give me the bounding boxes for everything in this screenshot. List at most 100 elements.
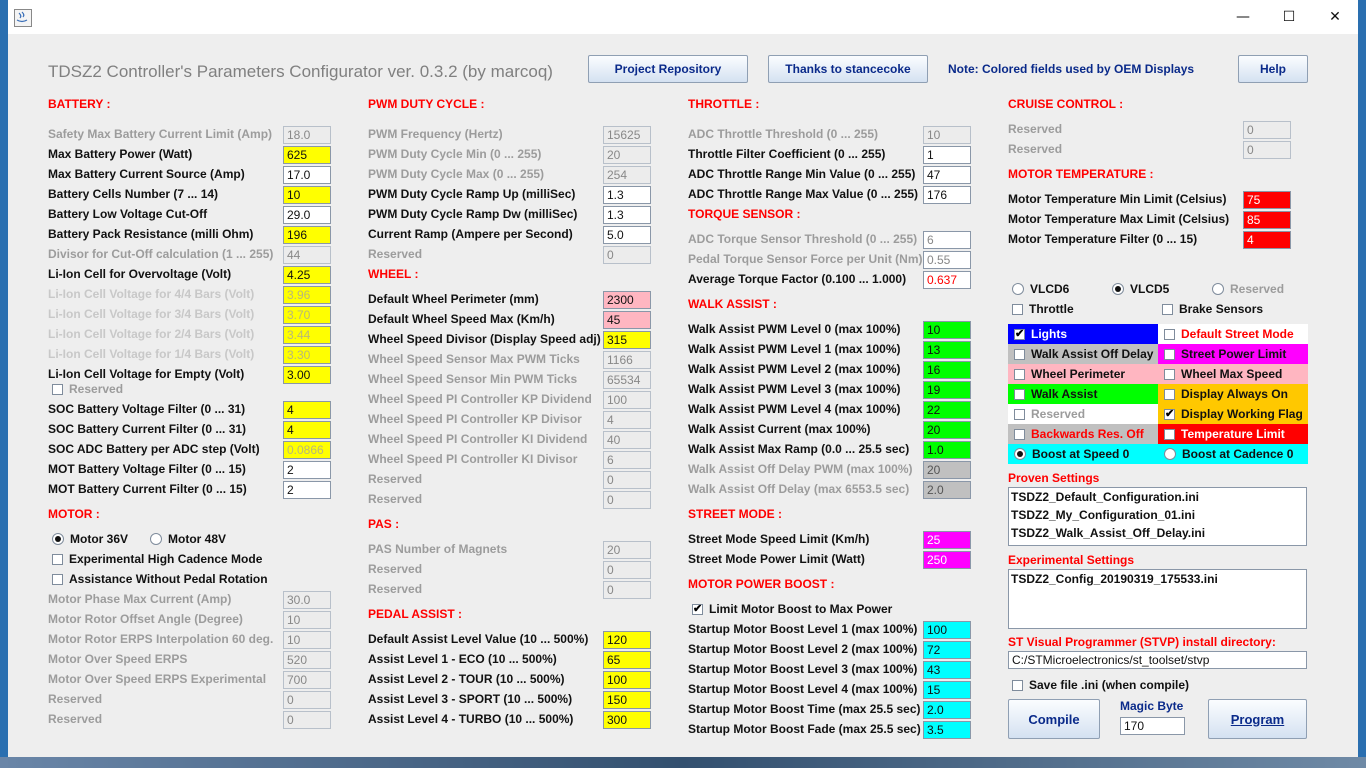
checkbox-box[interactable]: [1012, 679, 1023, 691]
motor-field-input[interactable]: 700: [283, 671, 331, 689]
boost-field-input[interactable]: 100: [923, 621, 971, 639]
wheel-field-input[interactable]: 6: [603, 451, 651, 469]
proven-settings-list[interactable]: TSDZ2_Default_Configuration.ini TSDZ2_My…: [1008, 487, 1307, 546]
motor-48v-radio[interactable]: Motor 48V: [150, 529, 226, 549]
battery-field-input[interactable]: 3.44: [283, 326, 331, 344]
enable-option[interactable]: Reserved: [1008, 404, 1158, 424]
save-ini-checkbox[interactable]: Save file .ini (when compile): [1012, 675, 1189, 695]
walk-field-input[interactable]: 1.0: [923, 441, 971, 459]
checkbox-box[interactable]: [52, 573, 63, 585]
battery-field-input[interactable]: 2: [283, 481, 331, 499]
motor-field-input[interactable]: 10: [283, 631, 331, 649]
list-item[interactable]: TSDZ2_Walk_Assist_Off_Delay.ini: [1009, 524, 1306, 542]
motor-field-input[interactable]: 0: [283, 711, 331, 729]
walk-field-input[interactable]: 20: [923, 461, 971, 479]
checkbox-box[interactable]: [52, 553, 63, 565]
vlcd6-radio[interactable]: VLCD6: [1012, 279, 1069, 299]
checkbox-box[interactable]: [1164, 428, 1175, 440]
street-field-input[interactable]: 25: [923, 531, 971, 549]
checkbox-box[interactable]: [1164, 388, 1175, 400]
thanks-button[interactable]: Thanks to stancecoke: [768, 55, 928, 83]
throttle-checkbox[interactable]: Throttle: [1012, 299, 1074, 319]
wheel-field-input[interactable]: 315: [603, 331, 651, 349]
enable-option[interactable]: Street Power Limit: [1158, 344, 1308, 364]
reserved-radio[interactable]: Reserved: [1212, 279, 1284, 299]
wheel-field-input[interactable]: 4: [603, 411, 651, 429]
walk-field-input[interactable]: 20: [923, 421, 971, 439]
pedal-field-input[interactable]: 120: [603, 631, 651, 649]
wheel-field-input[interactable]: 45: [603, 311, 651, 329]
battery-field-input[interactable]: 10: [283, 186, 331, 204]
project-repository-button[interactable]: Project Repository: [588, 55, 748, 83]
pedal-field-input[interactable]: 150: [603, 691, 651, 709]
vlcd5-radio[interactable]: VLCD5: [1112, 279, 1169, 299]
boost-field-input[interactable]: 2.0: [923, 701, 971, 719]
battery-field-input[interactable]: 196: [283, 226, 331, 244]
boost-field-input[interactable]: 3.5: [923, 721, 971, 739]
pedal-field-input[interactable]: 65: [603, 651, 651, 669]
help-button[interactable]: Help: [1238, 55, 1308, 83]
limit-motor-boost-checkbox[interactable]: Limit Motor Boost to Max Power: [692, 599, 892, 619]
enable-option[interactable]: Walk Assist Off Delay: [1008, 344, 1158, 364]
enable-option[interactable]: Temperature Limit: [1158, 424, 1308, 444]
boost-field-input[interactable]: 15: [923, 681, 971, 699]
radio-dot[interactable]: [150, 533, 162, 545]
throttle-field-input[interactable]: 176: [923, 186, 971, 204]
walk-field-input[interactable]: 2.0: [923, 481, 971, 499]
pwm-field-input[interactable]: 254: [603, 166, 651, 184]
enable-option[interactable]: Display Always On: [1158, 384, 1308, 404]
temp-field-input[interactable]: 75: [1243, 191, 1291, 209]
stvp-directory-input[interactable]: C:/STMicroelectronics/st_toolset/stvp: [1008, 651, 1307, 669]
torque-field-input[interactable]: 6: [923, 231, 971, 249]
checkbox-box[interactable]: [1164, 328, 1175, 340]
battery-field-input[interactable]: 3.30: [283, 346, 331, 364]
battery-field-input[interactable]: 4.25: [283, 266, 331, 284]
walk-field-input[interactable]: 13: [923, 341, 971, 359]
radio-dot[interactable]: [1012, 283, 1024, 295]
experimental-settings-list[interactable]: TSDZ2_Config_20190319_175533.ini: [1008, 569, 1307, 629]
enable-option[interactable]: Boost at Cadence 0: [1158, 444, 1308, 464]
battery-field-input[interactable]: 18.0: [283, 126, 331, 144]
pwm-field-input[interactable]: 1.3: [603, 186, 651, 204]
checkbox-box[interactable]: [1014, 368, 1025, 380]
throttle-field-input[interactable]: 10: [923, 126, 971, 144]
battery-reserved-checkbox[interactable]: Reserved: [52, 379, 123, 399]
boost-field-input[interactable]: 72: [923, 641, 971, 659]
radio-dot[interactable]: [1014, 448, 1026, 460]
battery-field-input[interactable]: 3.70: [283, 306, 331, 324]
motor-field-input[interactable]: 30.0: [283, 591, 331, 609]
temp-field-input[interactable]: 85: [1243, 211, 1291, 229]
enable-option[interactable]: Default Street Mode: [1158, 324, 1308, 344]
cruise-field-input[interactable]: 0: [1243, 141, 1291, 159]
motor-field-input[interactable]: 0: [283, 691, 331, 709]
pedal-field-input[interactable]: 300: [603, 711, 651, 729]
battery-field-input[interactable]: 3.96: [283, 286, 331, 304]
battery-field-input[interactable]: 4: [283, 421, 331, 439]
battery-field-input[interactable]: 44: [283, 246, 331, 264]
compile-button[interactable]: Compile: [1008, 699, 1100, 739]
list-item[interactable]: TSDZ2_Config_20190319_175533.ini: [1009, 570, 1306, 588]
walk-field-input[interactable]: 22: [923, 401, 971, 419]
minimize-button[interactable]: —: [1220, 0, 1266, 34]
pwm-field-input[interactable]: 15625: [603, 126, 651, 144]
motor-field-input[interactable]: 10: [283, 611, 331, 629]
wheel-field-input[interactable]: 0: [603, 491, 651, 509]
radio-dot[interactable]: [1212, 283, 1224, 295]
pas-field-input[interactable]: 0: [603, 561, 651, 579]
checkbox-box[interactable]: [1012, 303, 1023, 315]
checkbox-box[interactable]: [1162, 303, 1173, 315]
pas-field-input[interactable]: 0: [603, 581, 651, 599]
enable-option[interactable]: Wheel Perimeter: [1008, 364, 1158, 384]
checkbox-box[interactable]: [1014, 327, 1025, 340]
enable-option[interactable]: Wheel Max Speed: [1158, 364, 1308, 384]
wheel-field-input[interactable]: 0: [603, 471, 651, 489]
checkbox-box[interactable]: [1014, 348, 1025, 360]
checkbox-box[interactable]: [1014, 408, 1025, 420]
checkbox-box[interactable]: [1014, 388, 1025, 400]
list-item[interactable]: TSDZ2_My_Configuration_01.ini: [1009, 506, 1306, 524]
checkbox-box[interactable]: [1164, 407, 1175, 420]
checkbox-box[interactable]: [52, 383, 63, 395]
wheel-field-input[interactable]: 2300: [603, 291, 651, 309]
radio-dot[interactable]: [1112, 283, 1124, 295]
battery-field-input[interactable]: 625: [283, 146, 331, 164]
